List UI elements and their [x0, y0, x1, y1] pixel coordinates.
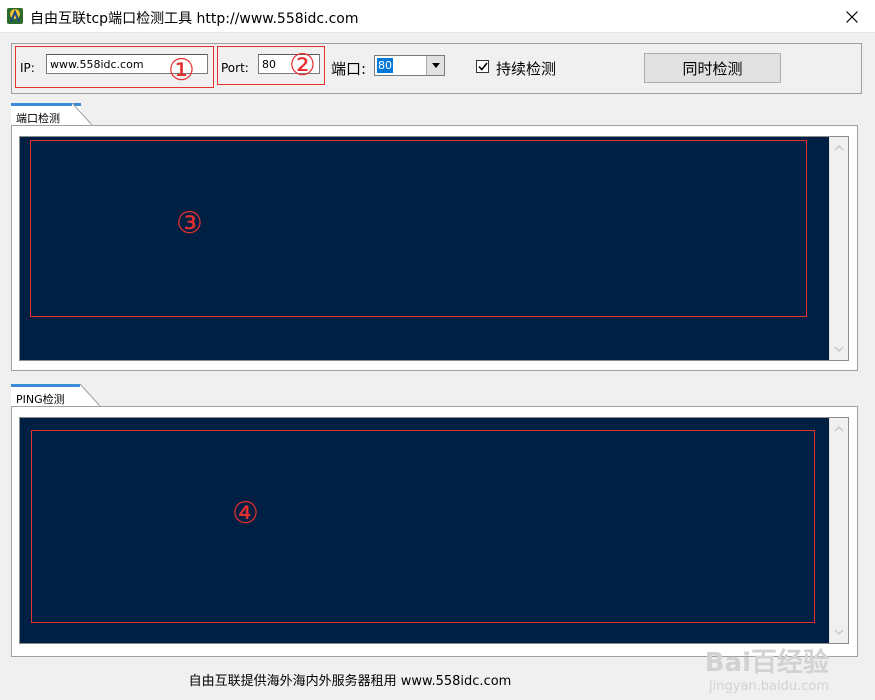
- port-label: Port:: [221, 61, 249, 75]
- ping-output-console[interactable]: ④: [19, 417, 849, 644]
- detect-button[interactable]: 同时检测: [644, 53, 781, 83]
- continuous-label: 持续检测: [496, 60, 557, 78]
- close-button[interactable]: [829, 0, 875, 33]
- checkmark-icon: [477, 62, 488, 71]
- port-select[interactable]: 80: [374, 55, 445, 76]
- chevron-down-icon: [431, 63, 440, 68]
- tab-ping-detect-edge: [78, 384, 100, 406]
- tab-ping-detect-label: PING检测: [16, 393, 65, 406]
- port-panel: ③: [11, 125, 858, 371]
- app-icon: [7, 8, 23, 24]
- ip-label: IP:: [20, 61, 35, 75]
- tab-port-detect-edge: [70, 103, 92, 125]
- scroll-up-icon[interactable]: [834, 143, 844, 153]
- continuous-checkbox[interactable]: [476, 60, 489, 73]
- duankou-label: 端口:: [331, 60, 367, 78]
- annotation-marker-4: ④: [232, 496, 259, 531]
- port-output-console[interactable]: ③: [19, 136, 849, 361]
- annotation-box-4: [31, 430, 815, 623]
- scroll-down-icon[interactable]: [834, 344, 844, 354]
- annotation-marker-3: ③: [176, 206, 203, 241]
- tab-port-detect-label: 端口检测: [16, 112, 60, 125]
- window-title: 自由互联tcp端口检测工具 http://www.558idc.com: [30, 11, 359, 27]
- toolbar: IP: ① Port: ② 端口: 80 持续检测 同时检测: [11, 43, 862, 94]
- ping-panel: ④: [11, 406, 858, 657]
- close-icon: [846, 10, 858, 23]
- port-console-scrollbar[interactable]: [829, 137, 848, 360]
- footer-text: 自由互联提供海外海内外服务器租用 www.558idc.com: [188, 674, 512, 689]
- port-select-dropdown[interactable]: [426, 56, 444, 75]
- annotation-marker-2: ②: [289, 48, 316, 83]
- annotation-box-3: [30, 140, 807, 317]
- port-select-value: 80: [377, 58, 393, 73]
- title-bar: 自由互联tcp端口检测工具 http://www.558idc.com: [0, 0, 875, 33]
- watermark-brand: Bai百经验: [704, 648, 829, 678]
- ping-console-scrollbar[interactable]: [829, 418, 848, 643]
- annotation-marker-1: ①: [168, 53, 195, 88]
- scroll-up-icon[interactable]: [834, 424, 844, 434]
- watermark: Bai百经验 jingyan.baidu.com: [705, 642, 829, 694]
- watermark-url: jingyan.baidu.com: [709, 679, 829, 694]
- tab-ping-detect[interactable]: PING检测: [11, 384, 81, 406]
- scroll-down-icon[interactable]: [834, 627, 844, 637]
